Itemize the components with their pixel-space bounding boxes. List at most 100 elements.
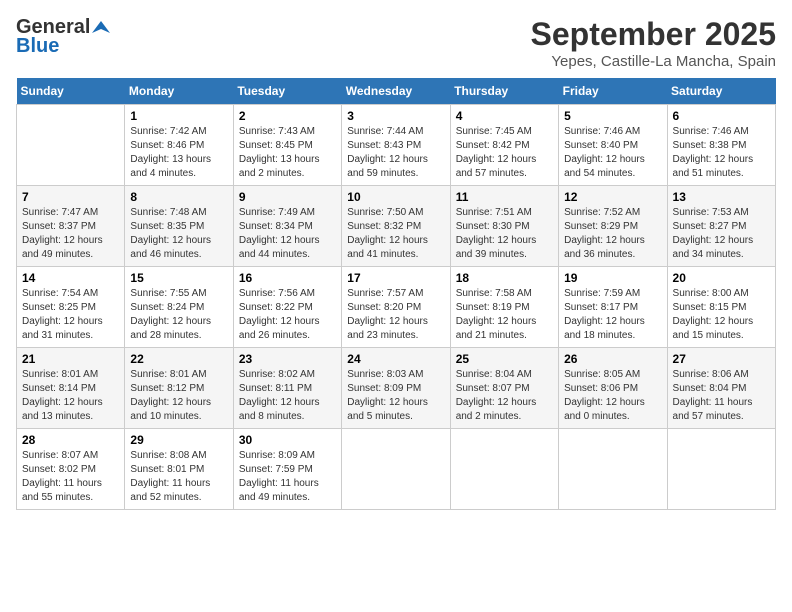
logo: General Blue	[16, 16, 110, 58]
day-info: Sunrise: 7:59 AMSunset: 8:17 PMDaylight:…	[564, 287, 661, 343]
calendar-cell: 1 Sunrise: 7:42 AMSunset: 8:46 PMDaylight…	[125, 105, 233, 186]
day-number: 26	[564, 352, 661, 366]
day-number: 19	[564, 271, 661, 285]
day-number: 14	[22, 271, 119, 285]
day-info: Sunrise: 8:03 AMSunset: 8:09 PMDaylight:…	[347, 368, 444, 424]
calendar-cell: 23 Sunrise: 8:02 AMSunset: 8:11 PMDayligh…	[233, 348, 341, 429]
day-info: Sunrise: 7:49 AMSunset: 8:34 PMDaylight:…	[239, 206, 336, 262]
day-info: Sunrise: 8:01 AMSunset: 8:12 PMDaylight:…	[130, 368, 227, 424]
day-number: 13	[673, 190, 770, 204]
day-info: Sunrise: 7:47 AMSunset: 8:37 PMDaylight:…	[22, 206, 119, 262]
calendar-cell: 5 Sunrise: 7:46 AMSunset: 8:40 PMDaylight…	[559, 105, 667, 186]
day-number: 4	[456, 109, 553, 123]
calendar-cell: 26 Sunrise: 8:05 AMSunset: 8:06 PMDayligh…	[559, 348, 667, 429]
day-number: 21	[22, 352, 119, 366]
day-number: 15	[130, 271, 227, 285]
page-title: September 2025	[531, 16, 776, 53]
calendar-cell: 27 Sunrise: 8:06 AMSunset: 8:04 PMDayligh…	[667, 348, 775, 429]
header-day-wednesday: Wednesday	[342, 78, 450, 105]
day-number: 9	[239, 190, 336, 204]
day-number: 30	[239, 433, 336, 447]
week-row-2: 7 Sunrise: 7:47 AMSunset: 8:37 PMDaylight…	[17, 186, 776, 267]
calendar-cell: 7 Sunrise: 7:47 AMSunset: 8:37 PMDaylight…	[17, 186, 125, 267]
day-number: 22	[130, 352, 227, 366]
header-day-saturday: Saturday	[667, 78, 775, 105]
calendar-cell: 22 Sunrise: 8:01 AMSunset: 8:12 PMDayligh…	[125, 348, 233, 429]
day-number: 23	[239, 352, 336, 366]
page-subtitle: Yepes, Castille-La Mancha, Spain	[531, 53, 776, 70]
day-number: 7	[22, 190, 119, 204]
day-info: Sunrise: 7:44 AMSunset: 8:43 PMDaylight:…	[347, 125, 444, 181]
week-row-1: 1 Sunrise: 7:42 AMSunset: 8:46 PMDaylight…	[17, 105, 776, 186]
calendar-cell: 28Sunrise: 8:07 AMSunset: 8:02 PMDayligh…	[17, 429, 125, 510]
week-row-4: 21 Sunrise: 8:01 AMSunset: 8:14 PMDayligh…	[17, 348, 776, 429]
day-number: 3	[347, 109, 444, 123]
calendar-cell: 19 Sunrise: 7:59 AMSunset: 8:17 PMDayligh…	[559, 267, 667, 348]
day-info: Sunrise: 7:52 AMSunset: 8:29 PMDaylight:…	[564, 206, 661, 262]
day-info: Sunrise: 8:08 AMSunset: 8:01 PMDaylight:…	[130, 449, 227, 505]
page-header: General Blue September 2025 Yepes, Casti…	[16, 16, 776, 70]
calendar-cell: 18Sunrise: 7:58 AMSunset: 8:19 PMDayligh…	[450, 267, 558, 348]
day-number: 12	[564, 190, 661, 204]
day-number: 17	[347, 271, 444, 285]
calendar-cell: 20Sunrise: 8:00 AMSunset: 8:15 PMDayligh…	[667, 267, 775, 348]
day-number: 8	[130, 190, 227, 204]
header-row: SundayMondayTuesdayWednesdayThursdayFrid…	[17, 78, 776, 105]
calendar-cell	[667, 429, 775, 510]
header-day-monday: Monday	[125, 78, 233, 105]
calendar-cell	[342, 429, 450, 510]
day-number: 25	[456, 352, 553, 366]
day-info: Sunrise: 8:06 AMSunset: 8:04 PMDaylight:…	[673, 368, 770, 424]
day-info: Sunrise: 8:01 AMSunset: 8:14 PMDaylight:…	[22, 368, 119, 424]
day-number: 10	[347, 190, 444, 204]
day-info: Sunrise: 7:42 AMSunset: 8:46 PMDaylight:…	[130, 125, 227, 181]
day-info: Sunrise: 7:46 AMSunset: 8:40 PMDaylight:…	[564, 125, 661, 181]
calendar-cell: 3 Sunrise: 7:44 AMSunset: 8:43 PMDaylight…	[342, 105, 450, 186]
calendar-cell: 4 Sunrise: 7:45 AMSunset: 8:42 PMDaylight…	[450, 105, 558, 186]
day-number: 5	[564, 109, 661, 123]
day-number: 1	[130, 109, 227, 123]
calendar-cell: 13Sunrise: 7:53 AMSunset: 8:27 PMDayligh…	[667, 186, 775, 267]
calendar-cell	[559, 429, 667, 510]
logo-blue: Blue	[16, 35, 59, 58]
calendar-cell: 21 Sunrise: 8:01 AMSunset: 8:14 PMDayligh…	[17, 348, 125, 429]
calendar-cell: 15 Sunrise: 7:55 AMSunset: 8:24 PMDayligh…	[125, 267, 233, 348]
day-info: Sunrise: 8:07 AMSunset: 8:02 PMDaylight:…	[22, 449, 119, 505]
calendar-cell: 10 Sunrise: 7:50 AMSunset: 8:32 PMDayligh…	[342, 186, 450, 267]
week-row-3: 14 Sunrise: 7:54 AMSunset: 8:25 PMDayligh…	[17, 267, 776, 348]
day-info: Sunrise: 8:05 AMSunset: 8:06 PMDaylight:…	[564, 368, 661, 424]
logo-bird-icon	[92, 19, 110, 37]
day-info: Sunrise: 7:43 AMSunset: 8:45 PMDaylight:…	[239, 125, 336, 181]
header-day-thursday: Thursday	[450, 78, 558, 105]
day-info: Sunrise: 8:04 AMSunset: 8:07 PMDaylight:…	[456, 368, 553, 424]
day-number: 29	[130, 433, 227, 447]
day-number: 11	[456, 190, 553, 204]
day-number: 2	[239, 109, 336, 123]
day-info: Sunrise: 7:48 AMSunset: 8:35 PMDaylight:…	[130, 206, 227, 262]
day-number: 27	[673, 352, 770, 366]
calendar-cell	[450, 429, 558, 510]
calendar-cell: 6Sunrise: 7:46 AMSunset: 8:38 PMDaylight…	[667, 105, 775, 186]
calendar-cell: 25 Sunrise: 8:04 AMSunset: 8:07 PMDayligh…	[450, 348, 558, 429]
day-info: Sunrise: 8:02 AMSunset: 8:11 PMDaylight:…	[239, 368, 336, 424]
day-number: 18	[456, 271, 553, 285]
week-row-5: 28Sunrise: 8:07 AMSunset: 8:02 PMDayligh…	[17, 429, 776, 510]
calendar-cell: 11 Sunrise: 7:51 AMSunset: 8:30 PMDayligh…	[450, 186, 558, 267]
day-info: Sunrise: 7:55 AMSunset: 8:24 PMDaylight:…	[130, 287, 227, 343]
day-info: Sunrise: 7:51 AMSunset: 8:30 PMDaylight:…	[456, 206, 553, 262]
header-day-tuesday: Tuesday	[233, 78, 341, 105]
day-number: 20	[673, 271, 770, 285]
header-day-friday: Friday	[559, 78, 667, 105]
day-info: Sunrise: 7:54 AMSunset: 8:25 PMDaylight:…	[22, 287, 119, 343]
day-info: Sunrise: 7:45 AMSunset: 8:42 PMDaylight:…	[456, 125, 553, 181]
calendar-cell: 30 Sunrise: 8:09 AMSunset: 7:59 PMDayligh…	[233, 429, 341, 510]
calendar-cell: 17 Sunrise: 7:57 AMSunset: 8:20 PMDayligh…	[342, 267, 450, 348]
day-info: Sunrise: 8:09 AMSunset: 7:59 PMDaylight:…	[239, 449, 336, 505]
calendar-cell: 14 Sunrise: 7:54 AMSunset: 8:25 PMDayligh…	[17, 267, 125, 348]
calendar-cell: 8 Sunrise: 7:48 AMSunset: 8:35 PMDaylight…	[125, 186, 233, 267]
header-day-sunday: Sunday	[17, 78, 125, 105]
calendar-table: SundayMondayTuesdayWednesdayThursdayFrid…	[16, 78, 776, 510]
day-info: Sunrise: 7:50 AMSunset: 8:32 PMDaylight:…	[347, 206, 444, 262]
day-info: Sunrise: 7:57 AMSunset: 8:20 PMDaylight:…	[347, 287, 444, 343]
calendar-cell: 16Sunrise: 7:56 AMSunset: 8:22 PMDayligh…	[233, 267, 341, 348]
